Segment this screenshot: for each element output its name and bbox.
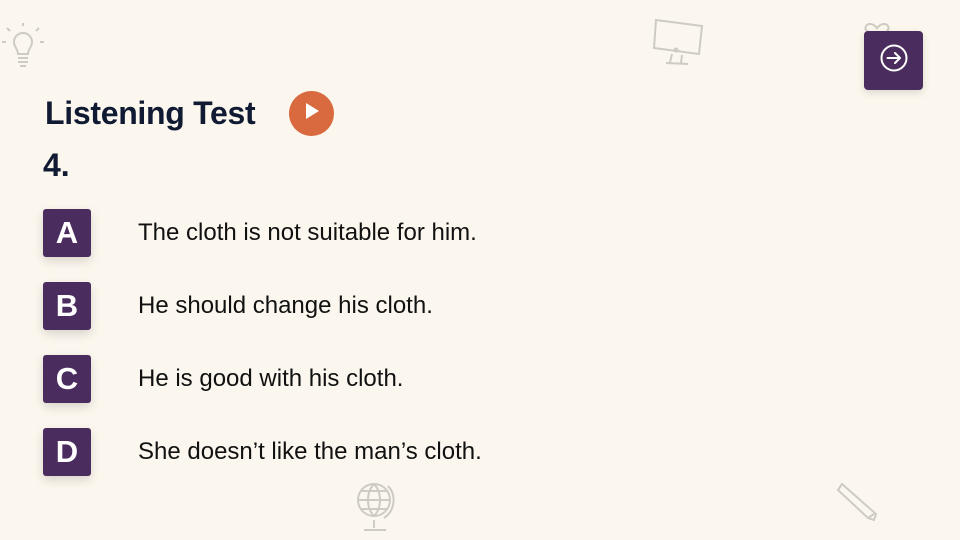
monitor-icon (650, 14, 708, 66)
option-text: She doesn’t like the man’s cloth. (138, 438, 482, 465)
play-audio-button[interactable] (289, 91, 334, 136)
option-text: He should change his cloth. (138, 292, 433, 319)
option-letter-badge: C (43, 355, 91, 403)
next-button[interactable] (864, 31, 923, 90)
option-letter-badge: B (43, 282, 91, 330)
answer-option-c[interactable]: C He is good with his cloth. (43, 355, 403, 403)
page-title: Listening Test (45, 95, 256, 131)
question-number: 4. (43, 147, 70, 183)
answer-option-d[interactable]: D She doesn’t like the man’s cloth. (43, 428, 482, 476)
option-text: The cloth is not suitable for him. (138, 219, 477, 246)
answer-option-a[interactable]: A The cloth is not suitable for him. (43, 209, 477, 257)
play-icon (304, 102, 320, 125)
option-letter-badge: D (43, 428, 91, 476)
arrow-right-circle-icon (879, 43, 909, 78)
answer-option-b[interactable]: B He should change his cloth. (43, 282, 433, 330)
pencil-icon (836, 480, 880, 524)
option-letter-badge: A (43, 209, 91, 257)
globe-icon (352, 478, 398, 538)
lightbulb-icon (0, 22, 46, 74)
option-text: He is good with his cloth. (138, 365, 404, 392)
